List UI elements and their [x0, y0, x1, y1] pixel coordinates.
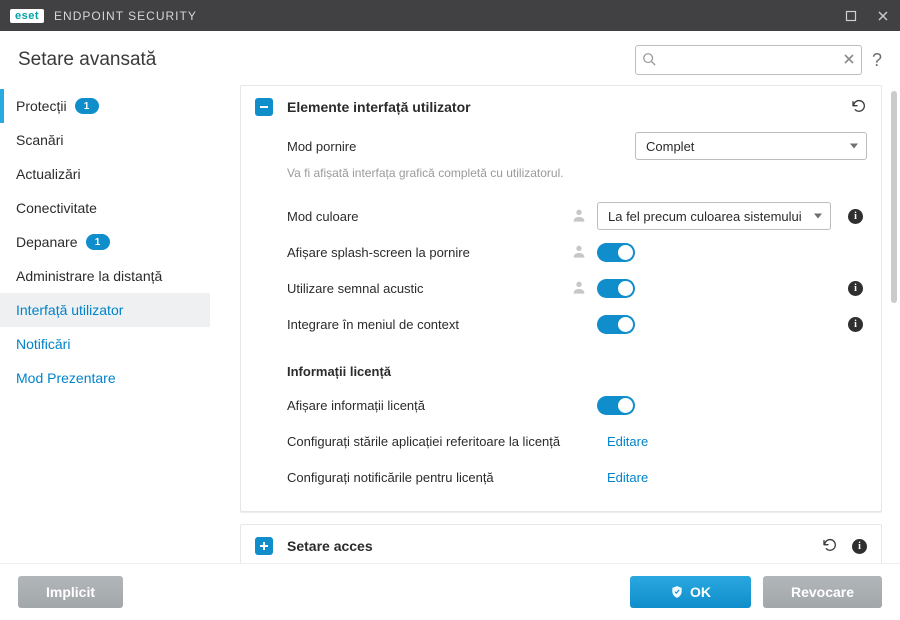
- help-icon[interactable]: ?: [872, 50, 882, 71]
- label-license-notif: Configurați notificările pentru licență: [287, 470, 607, 485]
- sidebar-item-protectii[interactable]: Protecții 1: [0, 89, 210, 123]
- start-mode-select[interactable]: Complet: [635, 132, 867, 160]
- search-box[interactable]: [635, 45, 862, 75]
- window-close-icon[interactable]: [876, 9, 890, 23]
- person-icon: [571, 243, 587, 262]
- edit-license-states-link[interactable]: Editare: [607, 434, 648, 449]
- sidebar-item-label: Interfață utilizator: [16, 302, 123, 318]
- sidebar-item-actualizari[interactable]: Actualizări: [0, 157, 210, 191]
- sidebar-item-label: Actualizări: [16, 166, 81, 182]
- label-context: Integrare în meniul de context: [287, 317, 571, 332]
- context-toggle[interactable]: [597, 315, 635, 334]
- undo-icon[interactable]: [851, 99, 867, 115]
- row-license-notif: Configurați notificările pentru licență …: [287, 459, 867, 495]
- sidebar-item-mod-prezentare[interactable]: Mod Prezentare: [0, 361, 210, 395]
- info-icon[interactable]: i: [848, 281, 863, 296]
- default-button[interactable]: Implicit: [18, 576, 123, 608]
- sidebar-item-label: Depanare: [16, 234, 78, 250]
- person-icon: [571, 207, 587, 226]
- brand: eset ENDPOINT SECURITY: [10, 9, 197, 23]
- label-license-show: Afișare informații licență: [287, 398, 571, 413]
- titlebar: eset ENDPOINT SECURITY: [0, 0, 900, 31]
- undo-icon[interactable]: [822, 538, 838, 554]
- clear-search-icon[interactable]: [843, 53, 855, 68]
- person-icon: [571, 279, 587, 298]
- sidebar: Protecții 1 Scanări Actualizări Conectiv…: [0, 85, 210, 563]
- content-wrap: Elemente interfață utilizator Mod pornir…: [210, 85, 900, 563]
- sidebar-item-label: Conectivitate: [16, 200, 97, 216]
- search-input[interactable]: [636, 46, 861, 74]
- content: Elemente interfață utilizator Mod pornir…: [210, 85, 888, 563]
- license-show-toggle[interactable]: [597, 396, 635, 415]
- info-icon[interactable]: i: [848, 209, 863, 224]
- info-icon[interactable]: i: [852, 539, 867, 554]
- row-splash: Afișare splash-screen la pornire: [287, 234, 867, 270]
- scrollbar[interactable]: [888, 85, 900, 563]
- sidebar-item-label: Mod Prezentare: [16, 370, 116, 386]
- cancel-button-label: Revocare: [791, 584, 854, 600]
- panel-header: Elemente interfață utilizator: [241, 86, 881, 128]
- sidebar-item-label: Protecții: [16, 98, 67, 114]
- color-mode-select[interactable]: La fel precum culoarea sistemului: [597, 202, 831, 230]
- default-button-label: Implicit: [46, 584, 95, 600]
- sidebar-item-notificari[interactable]: Notificări: [0, 327, 210, 361]
- row-color-mode: Mod culoare La fel precum culoarea siste…: [287, 198, 867, 234]
- sidebar-item-label: Notificări: [16, 336, 70, 352]
- product-name: ENDPOINT SECURITY: [54, 9, 197, 23]
- badge: 1: [75, 98, 99, 114]
- start-mode-hint: Va fi afișată interfața grafică completă…: [287, 166, 867, 180]
- sidebar-item-conectivitate[interactable]: Conectivitate: [0, 191, 210, 225]
- app-window: eset ENDPOINT SECURITY Setare avansată: [0, 0, 900, 620]
- collapse-icon[interactable]: [255, 98, 273, 116]
- license-heading: Informații licență: [287, 364, 867, 379]
- panel-access: Setare acces i: [240, 524, 882, 563]
- panel-ui-elements: Elemente interfață utilizator Mod pornir…: [240, 85, 882, 512]
- badge: 1: [86, 234, 110, 250]
- panel-body: Mod pornire Complet Va fi afișată interf…: [241, 128, 881, 511]
- row-license-states: Configurați stările aplicației referitoa…: [287, 423, 867, 459]
- row-license-show: Afișare informații licență: [287, 387, 867, 423]
- footer: Implicit OK Revocare: [0, 563, 900, 620]
- row-context: Integrare în meniul de context i: [287, 306, 867, 342]
- label-splash: Afișare splash-screen la pornire: [287, 245, 571, 260]
- ok-button[interactable]: OK: [630, 576, 751, 608]
- expand-icon[interactable]: [255, 537, 273, 555]
- sidebar-item-depanare[interactable]: Depanare 1: [0, 225, 210, 259]
- brand-logo: eset: [10, 9, 44, 23]
- panel-header: Setare acces i: [241, 525, 881, 563]
- label-license-states: Configurați stările aplicației referitoa…: [287, 434, 607, 449]
- sidebar-item-interfata-utilizator[interactable]: Interfață utilizator: [0, 293, 210, 327]
- panel-access-title: Setare acces: [287, 538, 373, 554]
- info-icon[interactable]: i: [848, 317, 863, 332]
- window-controls: [844, 9, 890, 23]
- subheader: Setare avansată ?: [0, 31, 900, 85]
- row-sound: Utilizare semnal acustic i: [287, 270, 867, 306]
- sound-toggle[interactable]: [597, 279, 635, 298]
- splash-toggle[interactable]: [597, 243, 635, 262]
- shield-icon: [670, 585, 684, 599]
- panel-title: Elemente interfață utilizator: [287, 99, 471, 115]
- sidebar-item-label: Scanări: [16, 132, 63, 148]
- sidebar-item-administrare[interactable]: Administrare la distanță: [0, 259, 210, 293]
- sidebar-item-scanari[interactable]: Scanări: [0, 123, 210, 157]
- window-maximize-icon[interactable]: [844, 9, 858, 23]
- edit-license-notif-link[interactable]: Editare: [607, 470, 648, 485]
- page-title: Setare avansată: [18, 49, 156, 71]
- sidebar-item-label: Administrare la distanță: [16, 268, 162, 284]
- label-color-mode: Mod culoare: [287, 209, 571, 224]
- label-sound: Utilizare semnal acustic: [287, 281, 571, 296]
- ok-button-label: OK: [690, 584, 711, 600]
- search-icon: [642, 52, 656, 69]
- body: Protecții 1 Scanări Actualizări Conectiv…: [0, 85, 900, 563]
- cancel-button[interactable]: Revocare: [763, 576, 882, 608]
- label-start-mode: Mod pornire: [287, 139, 571, 154]
- row-start-mode: Mod pornire Complet: [287, 128, 867, 164]
